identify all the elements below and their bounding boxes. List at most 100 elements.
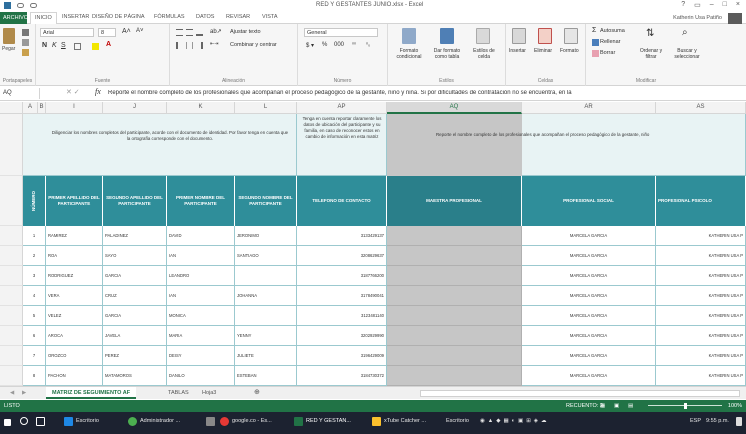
currency-icon[interactable]: $ ▾ <box>306 42 314 49</box>
sheet-nav-right-icon[interactable]: ▶ <box>16 387 32 399</box>
align-right-icon[interactable] <box>196 42 203 49</box>
taskbar-item-excel[interactable]: RED Y GESTAN... <box>306 418 351 424</box>
cell-primer-apellido[interactable]: ROA <box>46 246 103 266</box>
cell-primer-nombre[interactable]: DANILO <box>167 366 235 386</box>
cell-segundo-apellido[interactable]: JAVELA <box>103 326 167 346</box>
row-header[interactable] <box>0 226 23 246</box>
cut-icon[interactable] <box>22 29 29 36</box>
align-middle-icon[interactable] <box>186 29 193 36</box>
bold-icon[interactable]: N <box>42 42 47 49</box>
cell-segundo-apellido[interactable]: PALADINEZ <box>103 226 167 246</box>
language-indicator[interactable]: ESP <box>690 418 701 424</box>
format-button[interactable]: Formato <box>560 48 579 54</box>
cell-psico[interactable]: KATHERIN USA P <box>656 246 746 266</box>
cell-numero[interactable]: 1 <box>23 226 46 246</box>
cell-telefono[interactable]: 3178490041 <box>297 286 387 306</box>
cell-social[interactable]: MARCELA GARCIA <box>522 346 656 366</box>
column-header-b[interactable]: B <box>38 102 46 114</box>
avatar[interactable] <box>728 13 742 24</box>
instruction-area[interactable] <box>23 114 297 176</box>
sort-filter-icon[interactable]: ⇅ <box>646 28 654 39</box>
spreadsheet-grid[interactable]: A B I J K L AP AQ AR AS Diligenciar los … <box>0 102 746 386</box>
cell-numero[interactable]: 8 <box>23 366 46 386</box>
notification-icon[interactable] <box>736 417 742 426</box>
format-cells-icon[interactable] <box>564 28 578 44</box>
cell-psico[interactable]: KATHERIN USA P <box>656 226 746 246</box>
cell-maestra[interactable] <box>387 326 522 346</box>
cell-segundo-nombre[interactable]: JERONIMO <box>235 226 297 246</box>
cell-psico[interactable]: KATHERIN USA P <box>656 366 746 386</box>
cell-social[interactable]: MARCELA GARCIA <box>522 246 656 266</box>
cell-maestra[interactable] <box>387 306 522 326</box>
task-view-icon[interactable] <box>36 417 45 426</box>
cell-segundo-apellido[interactable]: CRUZ <box>103 286 167 306</box>
tab-home[interactable]: INICIO <box>30 12 57 24</box>
save-icon[interactable] <box>4 2 11 9</box>
italic-icon[interactable]: K <box>52 42 57 49</box>
grow-font-icon[interactable]: A˄ <box>122 28 131 35</box>
undo-icon[interactable] <box>17 3 24 8</box>
view-pagebreak-icon[interactable]: ▤ <box>628 403 633 409</box>
view-layout-icon[interactable]: ▣ <box>614 403 619 409</box>
cell-primer-apellido[interactable]: RAMIREZ <box>46 226 103 246</box>
chrome-icon[interactable] <box>220 417 229 426</box>
row-header[interactable] <box>0 306 23 326</box>
row-header[interactable] <box>0 176 23 226</box>
cell-segundo-nombre[interactable]: JOHANNA <box>235 286 297 306</box>
cell-maestra[interactable] <box>387 286 522 306</box>
cell-primer-apellido[interactable]: AROCA <box>46 326 103 346</box>
start-icon[interactable] <box>4 419 11 426</box>
paste-icon[interactable] <box>3 28 15 44</box>
ribbon-display-icon[interactable]: ▭ <box>694 1 701 9</box>
cell-primer-nombre[interactable]: IAN <box>167 246 235 266</box>
sheet-tab-hoja3[interactable]: Hoja3 <box>196 387 222 399</box>
cell-telefono[interactable]: 3184730372 <box>297 366 387 386</box>
desktop-icon[interactable] <box>64 417 73 426</box>
tab-formulas[interactable]: FÓRMULAS <box>154 14 185 20</box>
row-header[interactable] <box>0 286 23 306</box>
header-primer-nombre[interactable]: PRIMER NOMBRE DEL PARTICIPANTE <box>167 176 235 226</box>
cell-maestra[interactable] <box>387 366 522 386</box>
font-size-select[interactable]: 8 <box>98 28 116 37</box>
cell-primer-apellido[interactable]: OROZCO <box>46 346 103 366</box>
cell-segundo-nombre[interactable] <box>235 266 297 286</box>
cell-telefono[interactable]: 3196429009 <box>297 346 387 366</box>
cell-styles-icon[interactable] <box>476 28 490 44</box>
cell-psico[interactable]: KATHERIN USA P <box>656 306 746 326</box>
cell-primer-apellido[interactable]: PACHON <box>46 366 103 386</box>
cell-maestra[interactable] <box>387 246 522 266</box>
align-center-icon[interactable] <box>186 42 193 49</box>
row-header[interactable] <box>0 114 23 176</box>
minimize-icon[interactable]: – <box>710 1 714 9</box>
orientation-icon[interactable]: ab↗ <box>210 28 222 35</box>
autosum-icon[interactable]: Σ <box>592 27 596 34</box>
cell-maestra[interactable] <box>387 226 522 246</box>
column-header-aq[interactable]: AQ <box>387 102 522 114</box>
row-header[interactable] <box>0 366 23 386</box>
redo-icon[interactable] <box>30 3 37 8</box>
cell-social[interactable]: MARCELA GARCIA <box>522 306 656 326</box>
decimal-decrease-icon[interactable]: ⁰₀ <box>366 42 370 48</box>
clear-button[interactable]: Borrar <box>600 50 615 56</box>
column-header-ar[interactable]: AR <box>522 102 656 114</box>
decimal-increase-icon[interactable]: ⁰⁰ <box>352 42 356 48</box>
font-name-select[interactable]: Arial <box>40 28 94 37</box>
cell-segundo-apellido[interactable]: GARCIA <box>103 266 167 286</box>
taskbar-item-google[interactable]: google.co - Es... <box>232 418 272 424</box>
taskbar-item-escritorio[interactable]: Escritorio <box>76 418 99 424</box>
header-maestra[interactable]: MAESTRA PROFESIONAL <box>387 176 522 226</box>
format-table-button[interactable]: Dar formato como tabla <box>430 48 464 60</box>
cell-segundo-apellido[interactable]: SAYO <box>103 246 167 266</box>
cell-styles-button[interactable]: Estilos de celda <box>468 48 500 60</box>
delete-cells-icon[interactable] <box>538 28 552 44</box>
cell-psico[interactable]: KATHERIN USA P <box>656 266 746 286</box>
taskbar-item-xtube[interactable]: xTube Catcher ... <box>384 418 426 424</box>
wrap-text-button[interactable]: Ajustar texto <box>230 29 261 35</box>
row-header[interactable] <box>0 266 23 286</box>
tab-review[interactable]: REVISAR <box>226 14 250 20</box>
formula-input[interactable]: Reporte el nombre completo de los profes… <box>108 90 738 96</box>
cell-social[interactable]: MARCELA GARCIA <box>522 266 656 286</box>
tab-data[interactable]: DATOS <box>196 14 214 20</box>
cell-primer-nombre[interactable]: MONICA <box>167 306 235 326</box>
format-table-icon[interactable] <box>440 28 454 44</box>
